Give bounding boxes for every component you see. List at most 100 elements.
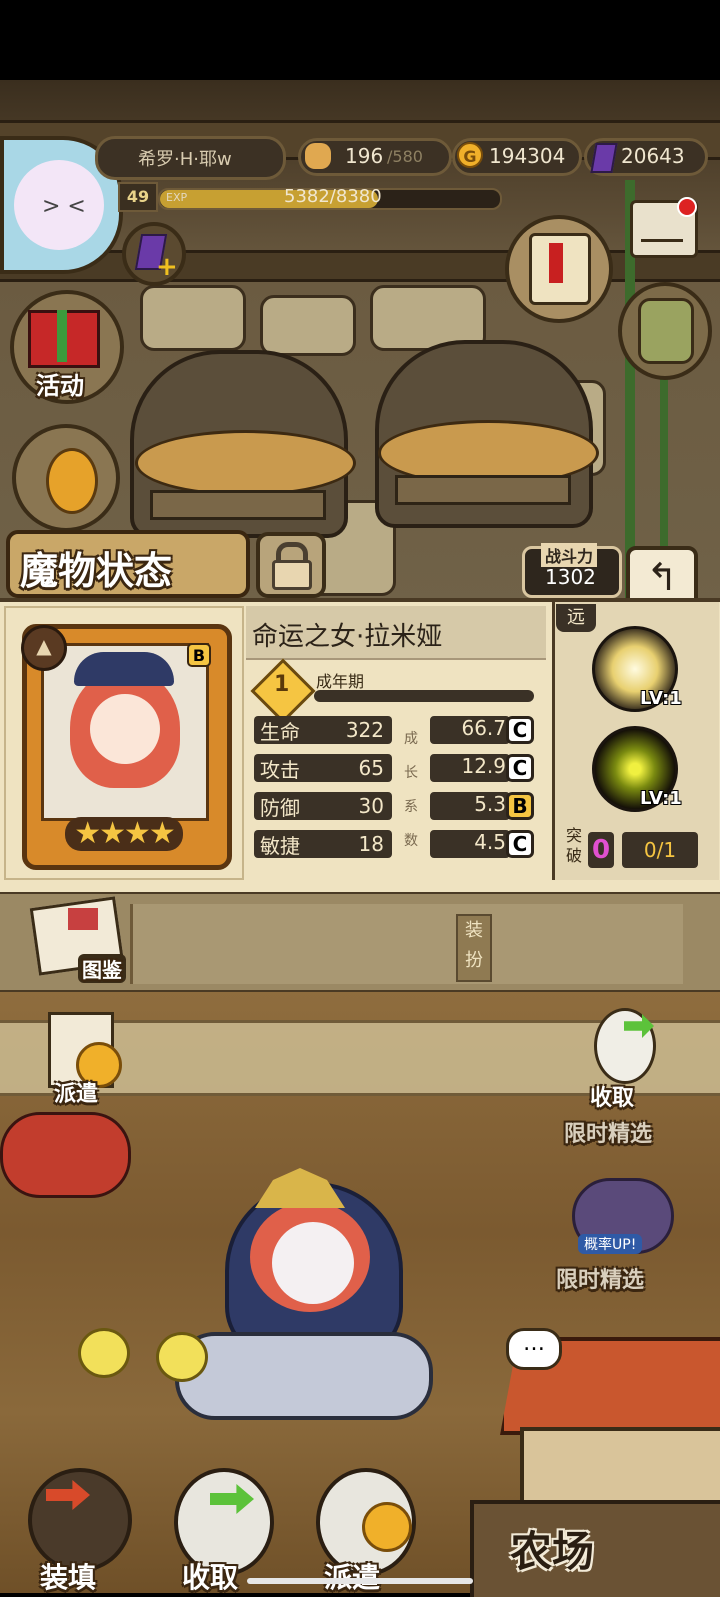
growth-value: 4.5 xyxy=(430,830,510,858)
monster-tail xyxy=(175,1332,433,1420)
stage-progress-bar xyxy=(314,690,534,702)
rate-up-badge: 概率UP! xyxy=(578,1234,643,1254)
limited-label: 限时精选 xyxy=(556,1268,645,1293)
farm-label: 农场 xyxy=(510,1527,595,1576)
gem-value: 20643 xyxy=(621,144,685,168)
exp-label: EXP xyxy=(166,191,188,204)
stat-bar: 生命 322 xyxy=(254,716,392,744)
stat-value: 65 xyxy=(358,756,384,780)
collect-bottom-button[interactable]: 收取 xyxy=(160,1462,280,1594)
monster-name: 命运之女·拉米娅 xyxy=(252,622,443,652)
farm-button[interactable]: 农场 xyxy=(470,1500,720,1597)
gold-value: 194304 xyxy=(489,144,566,168)
growth-label: 成 长 系 数 xyxy=(402,722,420,858)
range-badge: 远 xyxy=(556,604,596,632)
stamina-counter[interactable]: 196 /580 xyxy=(298,138,452,176)
mail-icon[interactable] xyxy=(630,197,698,258)
bread-icon xyxy=(305,143,331,169)
monster-hood xyxy=(74,652,174,686)
gem-counter[interactable]: 20643 xyxy=(584,138,708,176)
dispatch-button[interactable]: 派遣 xyxy=(40,1006,130,1107)
limited-label: 限时精选 xyxy=(564,1122,653,1147)
stat-name: 敏捷 xyxy=(260,834,300,858)
gem-icon xyxy=(590,143,618,173)
dispatch-label: 派遣 xyxy=(54,1082,99,1107)
gold-counter[interactable]: G 194304 xyxy=(452,138,582,176)
breakthrough-progress[interactable]: 0/1 xyxy=(622,832,698,868)
load-button[interactable]: 装填 xyxy=(18,1462,138,1594)
avatar-eyes: > < xyxy=(42,194,86,219)
backpack-button[interactable] xyxy=(618,282,712,380)
backpack-icon xyxy=(638,298,694,364)
crab-monster[interactable] xyxy=(0,1112,131,1198)
gold-coin-icon: G xyxy=(457,142,483,168)
tab-content xyxy=(130,904,683,984)
lock-toggle-button[interactable] xyxy=(256,532,326,598)
nest-plank xyxy=(395,475,571,505)
stage-label: 成年期 xyxy=(316,672,365,691)
power-box: 战斗力 1302 xyxy=(522,543,622,598)
wall-stone xyxy=(260,295,356,356)
status-title-banner: 魔物状态 xyxy=(6,530,250,598)
chat-bubble-icon[interactable]: … xyxy=(506,1328,562,1370)
dispatch-bottom-label: 派遣 xyxy=(324,1556,380,1596)
atlas-button[interactable]: 图鉴 xyxy=(29,896,126,984)
breakthrough-label: 突破 xyxy=(565,826,582,865)
player-name: 希罗·H·耶w xyxy=(138,149,232,170)
chick-npc[interactable] xyxy=(156,1332,208,1382)
exclamation-mark xyxy=(549,243,563,283)
plus-icon: + xyxy=(156,252,178,282)
egg-event-button[interactable] xyxy=(12,424,120,532)
power-label: 战斗力 xyxy=(541,543,598,567)
hay-nest xyxy=(135,430,356,496)
activity-label: 活动 xyxy=(36,372,84,400)
growth-char: 数 xyxy=(404,833,418,849)
stat-bar: 防御 30 xyxy=(254,792,392,820)
player-level: 49 xyxy=(118,182,158,212)
growth-value: 66.7 xyxy=(430,716,510,744)
limited-offer-2[interactable]: 概率UP! 限时精选 xyxy=(552,1178,692,1300)
stat-name: 攻击 xyxy=(260,758,300,782)
collect-label: 收取 xyxy=(590,1086,635,1111)
status-title: 魔物状态 xyxy=(20,549,173,593)
growth-grade: C xyxy=(506,716,534,744)
home-indicator[interactable] xyxy=(247,1578,473,1584)
skill-level: LV:1 xyxy=(640,788,682,809)
collect-button[interactable]: 收取 xyxy=(580,1004,674,1112)
envelope-flap xyxy=(641,209,683,242)
player-name-plate: 希罗·H·耶w xyxy=(95,136,286,180)
monster-portrait xyxy=(41,643,209,821)
coin-stack-icon xyxy=(362,1502,412,1552)
star-rating: ★★★★ xyxy=(65,817,183,851)
stat-name: 生命 xyxy=(260,720,300,744)
book-page-color xyxy=(68,908,98,930)
growth-char: 长 xyxy=(404,765,418,781)
growth-char: 系 xyxy=(404,799,418,815)
add-gem-button[interactable]: + xyxy=(122,222,186,286)
growth-grade: C xyxy=(506,754,534,782)
stat-row: 敏捷 18 xyxy=(254,830,392,858)
growth-grade: C xyxy=(506,830,534,858)
stat-value: 322 xyxy=(345,718,384,742)
growth-grade: B xyxy=(506,792,534,820)
stat-value: 18 xyxy=(358,832,384,856)
activity-button[interactable]: 活动 xyxy=(10,290,124,404)
stat-row: 防御 30 xyxy=(254,792,392,820)
quest-scroll-button[interactable] xyxy=(505,215,613,323)
monster-face xyxy=(90,694,160,764)
equip-tab[interactable]: 装扮 xyxy=(456,914,492,982)
wall-stone xyxy=(140,285,246,351)
chick-npc[interactable] xyxy=(78,1328,130,1378)
nest-plank xyxy=(150,490,326,520)
dispatch-bottom-button[interactable]: 派遣 xyxy=(302,1462,422,1596)
power-value: 1302 xyxy=(545,565,596,589)
skill-level: LV:1 xyxy=(640,688,682,709)
stage-number: 1 xyxy=(274,672,290,697)
limited-offer-1[interactable]: 限时精选 xyxy=(560,1112,688,1150)
status-bar-area xyxy=(0,0,720,80)
stat-value: 30 xyxy=(358,794,384,818)
name-bar: 命运之女·拉米娅 xyxy=(246,606,546,660)
golden-egg-icon xyxy=(46,448,98,514)
atlas-label: 图鉴 xyxy=(78,954,126,983)
exp-bar: EXP 5382/8380 xyxy=(158,186,502,210)
